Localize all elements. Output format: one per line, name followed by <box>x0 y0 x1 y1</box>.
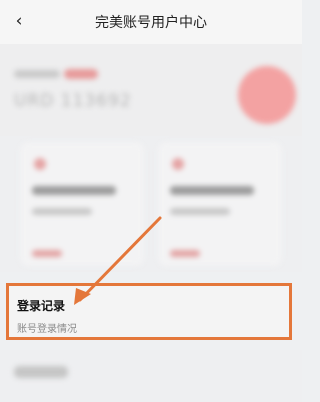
feature-cards <box>0 136 302 272</box>
card-icon <box>172 158 184 170</box>
back-icon[interactable]: ‹ <box>8 10 30 32</box>
login-record-subtitle: 账号登录情况 <box>17 324 77 335</box>
next-item <box>0 350 302 402</box>
feature-card[interactable] <box>158 142 282 266</box>
login-record-title: 登录记录 <box>17 299 66 313</box>
next-item-title <box>14 366 68 378</box>
feature-card[interactable] <box>20 142 144 266</box>
card-title <box>32 186 116 195</box>
card-action <box>170 250 200 257</box>
top-bar: ‹ 完美账号用户中心 <box>0 0 302 44</box>
account-id: URD 113692 <box>14 91 132 111</box>
account-label <box>14 70 60 78</box>
login-record-item[interactable]: 登录记录 账号登录情况 <box>6 283 292 340</box>
account-tag <box>64 69 98 79</box>
card-title <box>170 186 254 195</box>
account-summary: URD 113692 <box>0 44 302 136</box>
card-icon <box>34 158 46 170</box>
avatar[interactable] <box>238 66 296 124</box>
card-action <box>32 250 62 257</box>
page-title: 完美账号用户中心 <box>95 15 207 31</box>
card-subtitle <box>32 208 92 215</box>
card-subtitle <box>170 208 230 215</box>
